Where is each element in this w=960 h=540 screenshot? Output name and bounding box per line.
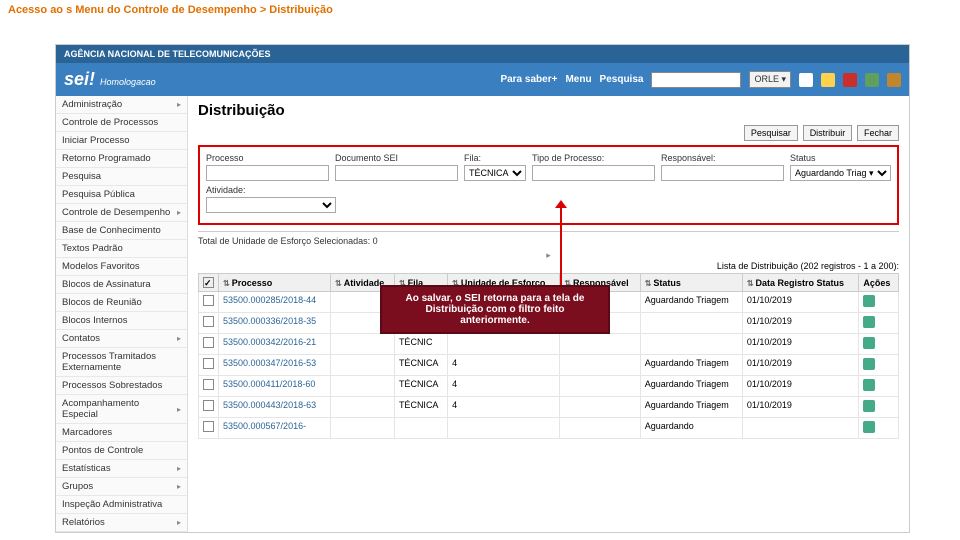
status-select[interactable]: Aguardando Triag ▾ bbox=[790, 165, 891, 181]
row-checkbox[interactable] bbox=[203, 337, 214, 348]
breadcrumb: Acesso ao s Menu do Controle de Desempen… bbox=[0, 0, 960, 20]
pesquisar-button[interactable]: Pesquisar bbox=[744, 125, 798, 141]
sidebar-item[interactable]: Iniciar Processo bbox=[56, 132, 187, 150]
row-checkbox[interactable] bbox=[203, 421, 214, 432]
sidebar-item[interactable]: Contatos▸ bbox=[56, 330, 187, 348]
row-checkbox[interactable] bbox=[203, 295, 214, 306]
sidebar-item[interactable]: Controle de Processos bbox=[56, 114, 187, 132]
distribuir-button[interactable]: Distribuir bbox=[803, 125, 853, 141]
list-count: Lista de Distribuição (202 registros - 1… bbox=[198, 261, 899, 271]
para-saber-link[interactable]: Para saber+ bbox=[500, 74, 557, 85]
row-checkbox[interactable] bbox=[203, 358, 214, 369]
table-row: 53500.000443/2018-63TÉCNICA4Aguardando T… bbox=[199, 397, 899, 418]
action-icon[interactable] bbox=[863, 337, 875, 349]
exit-icon[interactable] bbox=[887, 73, 901, 87]
col-status[interactable]: ⇅Status bbox=[640, 274, 742, 292]
sidebar-item[interactable]: Relatórios▸ bbox=[56, 514, 187, 532]
menu-link[interactable]: Menu bbox=[565, 74, 591, 85]
action-icon[interactable] bbox=[863, 316, 875, 328]
col-acoes: Ações bbox=[859, 274, 899, 292]
processo-link[interactable]: 53500.000567/2016- bbox=[223, 421, 306, 431]
col-processo[interactable]: ⇅Processo bbox=[219, 274, 331, 292]
table-row: 53500.000411/2018-60TÉCNICA4Aguardando T… bbox=[199, 376, 899, 397]
processo-link[interactable]: 53500.000411/2018-60 bbox=[223, 379, 315, 389]
total-line: Total de Unidade de Esforço Selecionadas… bbox=[198, 231, 899, 246]
action-icon[interactable] bbox=[863, 421, 875, 433]
documento-label: Documento SEI bbox=[335, 153, 458, 163]
processo-link[interactable]: 53500.000347/2016-53 bbox=[223, 358, 316, 368]
table-row: 53500.000347/2016-53TÉCNICA4Aguardando T… bbox=[199, 355, 899, 376]
sidebar-item[interactable]: Blocos Internos bbox=[56, 312, 187, 330]
table-row: 53500.000567/2016-Aguardando bbox=[199, 418, 899, 439]
col-data[interactable]: ⇅Data Registro Status bbox=[742, 274, 859, 292]
window-titlebar: AGÊNCIA NACIONAL DE TELECOMUNICAÇÕES bbox=[56, 45, 909, 63]
logo: sei! Homologacao bbox=[64, 69, 156, 90]
sidebar-item[interactable]: Controle de Desempenho▸ bbox=[56, 204, 187, 222]
sidebar: Administração▸Controle de ProcessosInici… bbox=[56, 96, 188, 532]
atividade-select[interactable] bbox=[206, 197, 336, 213]
filter-panel: Processo Documento SEI Fila: TÉCNICA Tipo… bbox=[198, 145, 899, 225]
sidebar-item[interactable]: Inspeção Administrativa bbox=[56, 496, 187, 514]
fechar-button[interactable]: Fechar bbox=[857, 125, 899, 141]
processo-link[interactable]: 53500.000336/2018-35 bbox=[223, 316, 316, 326]
action-icon[interactable] bbox=[863, 358, 875, 370]
user-icon[interactable] bbox=[843, 73, 857, 87]
action-icon[interactable] bbox=[863, 400, 875, 412]
responsavel-label: Responsável: bbox=[661, 153, 784, 163]
search-input[interactable] bbox=[651, 72, 741, 88]
sidebar-item[interactable]: Pontos de Controle bbox=[56, 442, 187, 460]
processo-link[interactable]: 53500.000285/2018-44 bbox=[223, 295, 316, 305]
sidebar-item[interactable]: Processos Sobrestados bbox=[56, 377, 187, 395]
fila-select[interactable]: TÉCNICA bbox=[464, 165, 526, 181]
sidebar-item[interactable]: Pesquisa Pública bbox=[56, 186, 187, 204]
pesquisa-label: Pesquisa bbox=[600, 74, 644, 85]
toolbar: Pesquisar Distribuir Fechar bbox=[198, 125, 899, 141]
topbar: sei! Homologacao Para saber+ Menu Pesqui… bbox=[56, 63, 909, 96]
documento-input[interactable] bbox=[335, 165, 458, 181]
table-row: 53500.000342/2016-21TÉCNIC01/10/2019 bbox=[199, 334, 899, 355]
responsavel-input[interactable] bbox=[661, 165, 784, 181]
processo-label: Processo bbox=[206, 153, 329, 163]
tipo-input[interactable] bbox=[532, 165, 655, 181]
status-label: Status bbox=[790, 153, 891, 163]
atividade-label: Atividade: bbox=[206, 185, 336, 195]
sidebar-item[interactable]: Textos Padrão bbox=[56, 240, 187, 258]
row-checkbox[interactable] bbox=[203, 400, 214, 411]
sidebar-item[interactable]: Administração▸ bbox=[56, 96, 187, 114]
sidebar-item[interactable]: Modelos Favoritos bbox=[56, 258, 187, 276]
sidebar-item[interactable]: Grupos▸ bbox=[56, 478, 187, 496]
row-checkbox[interactable] bbox=[203, 316, 214, 327]
tipo-label: Tipo de Processo: bbox=[532, 153, 655, 163]
row-checkbox[interactable] bbox=[203, 379, 214, 390]
sidebar-item[interactable]: Blocos de Reunião bbox=[56, 294, 187, 312]
sidebar-item[interactable]: Blocos de Assinatura bbox=[56, 276, 187, 294]
sidebar-item[interactable]: Acompanhamento Especial▸ bbox=[56, 395, 187, 424]
sidebar-item[interactable]: Retorno Programado bbox=[56, 150, 187, 168]
sidebar-item[interactable]: Pesquisa bbox=[56, 168, 187, 186]
fila-label: Fila: bbox=[464, 153, 526, 163]
action-icon[interactable] bbox=[863, 295, 875, 307]
col-check[interactable]: ✓ bbox=[199, 274, 219, 292]
unit-select[interactable]: ORLE ▾ bbox=[749, 71, 791, 88]
menu-icon[interactable] bbox=[799, 73, 813, 87]
annotation-arrowhead bbox=[555, 200, 567, 208]
processo-link[interactable]: 53500.000342/2016-21 bbox=[223, 337, 316, 347]
sidebar-item[interactable]: Processos Tramitados Externamente bbox=[56, 348, 187, 377]
page-title: Distribuição bbox=[198, 102, 899, 119]
annotation-arrow bbox=[560, 205, 562, 285]
annotation-callout: Ao salvar, o SEI retorna para a tela de … bbox=[380, 285, 610, 334]
processo-link[interactable]: 53500.000443/2018-63 bbox=[223, 400, 316, 410]
sidebar-item[interactable]: Marcadores bbox=[56, 424, 187, 442]
sidebar-item[interactable]: Estatísticas▸ bbox=[56, 460, 187, 478]
config-icon[interactable] bbox=[865, 73, 879, 87]
sidebar-item[interactable]: Base de Conhecimento bbox=[56, 222, 187, 240]
processo-input[interactable] bbox=[206, 165, 329, 181]
notes-icon[interactable] bbox=[821, 73, 835, 87]
action-icon[interactable] bbox=[863, 379, 875, 391]
